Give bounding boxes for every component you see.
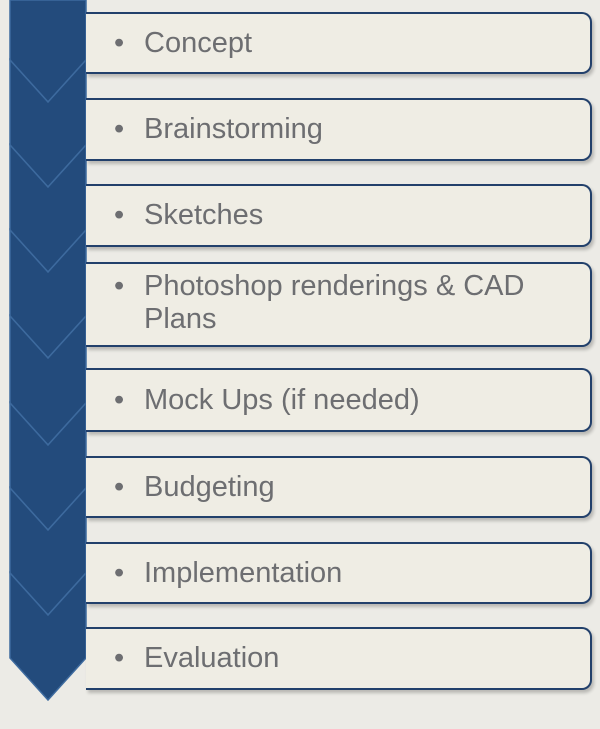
step-box-implementation: • Implementation [86, 542, 592, 604]
process-diagram: • Concept • Brainstorming • Sketches • P… [0, 0, 600, 729]
bullet-icon: • [114, 470, 125, 503]
step-label-concept: Concept [144, 26, 253, 59]
step-label-budgeting: Budgeting [144, 470, 275, 503]
step-label-implementation: Implementation [144, 556, 343, 589]
bullet-icon: • [114, 199, 125, 231]
bullet-icon: • [114, 270, 125, 302]
step-box-sketches: • Sketches [86, 184, 592, 247]
step-label-photoshop-cad: Photoshop renderings & CAD Plans [144, 270, 525, 335]
step-label-sketches: Sketches [144, 199, 264, 231]
bullet-icon: • [114, 26, 125, 59]
step-box-evaluation: • Evaluation [86, 627, 592, 690]
step-box-photoshop-cad: • Photoshop renderings & CAD Plans [86, 262, 592, 347]
step-box-budgeting: • Budgeting [86, 456, 592, 518]
step-box-mock-ups: • Mock Ups (if needed) [86, 368, 592, 432]
step-label-mock-ups: Mock Ups (if needed) [144, 383, 420, 416]
step-box-brainstorming: • Brainstorming [86, 98, 592, 161]
step-label-brainstorming: Brainstorming [144, 113, 323, 145]
bullet-icon: • [114, 383, 125, 416]
bullet-icon: • [114, 642, 125, 674]
step-box-concept: • Concept [86, 12, 592, 74]
step-label-evaluation: Evaluation [144, 642, 280, 674]
bullet-icon: • [114, 113, 125, 145]
bullet-icon: • [114, 556, 125, 589]
